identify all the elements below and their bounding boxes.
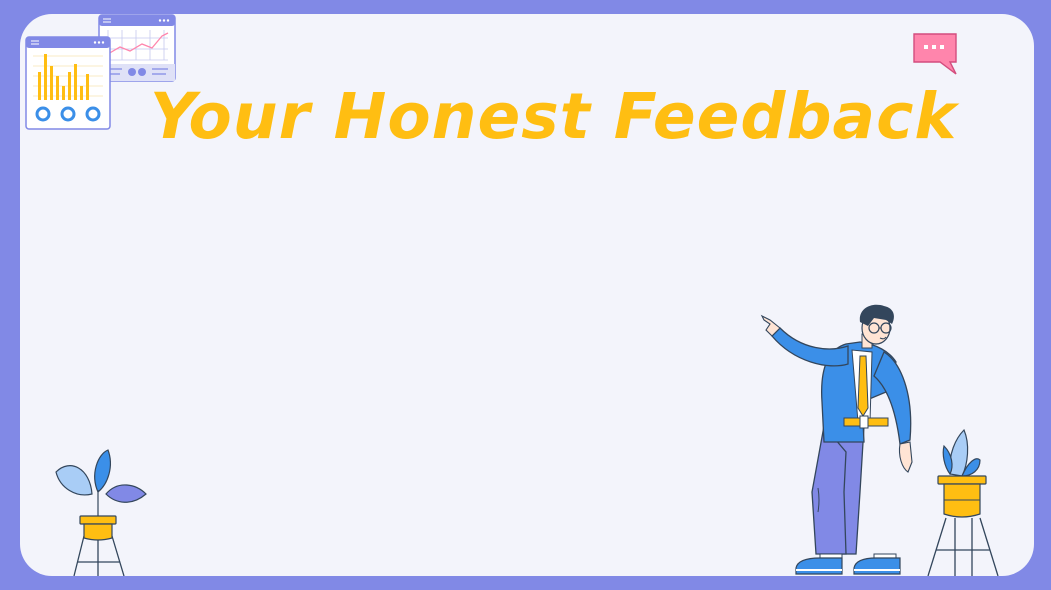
bar-chart-window-icon	[25, 36, 111, 130]
potted-plant-right	[927, 428, 999, 576]
slide-title: Your Honest Feedback	[150, 80, 958, 153]
pointing-man-illustration	[760, 304, 913, 575]
slide-canvas: Your Honest Feedback	[20, 14, 1034, 576]
chat-bubble-icon	[913, 33, 957, 75]
potted-plant-left	[55, 449, 147, 576]
